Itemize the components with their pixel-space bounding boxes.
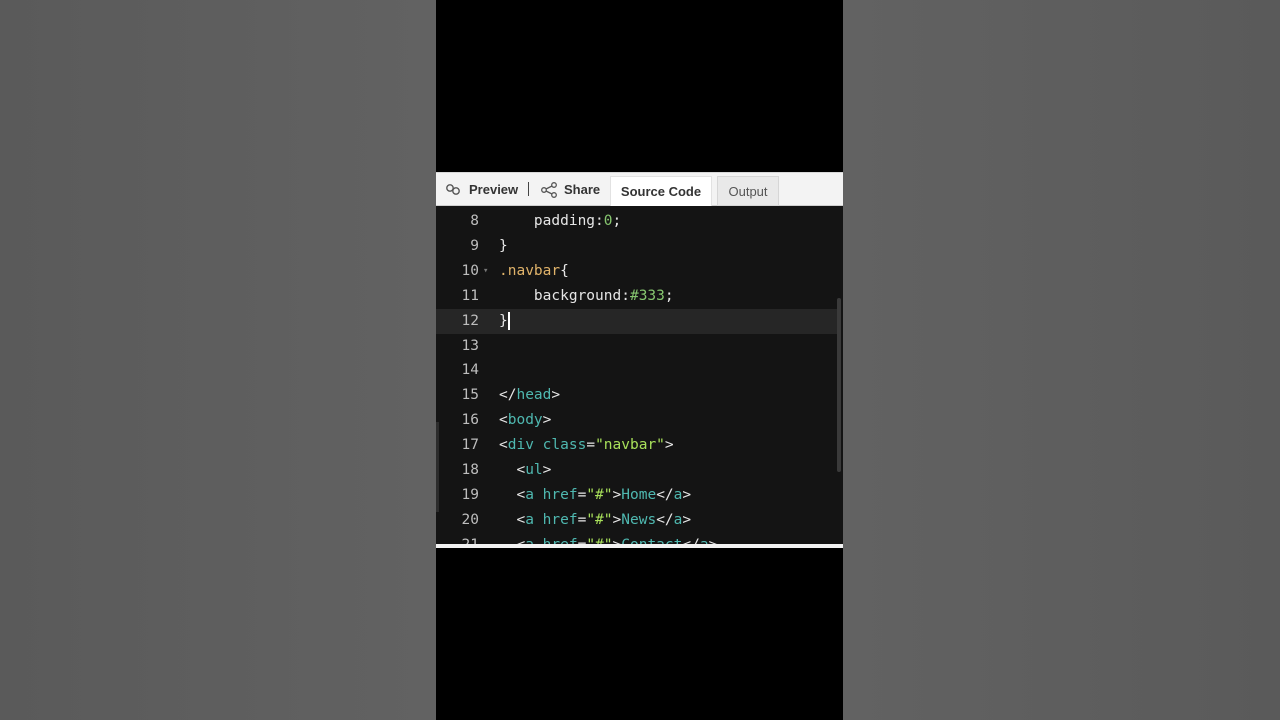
line-code: <body> [499, 412, 552, 429]
line-number: 18 [461, 462, 479, 478]
code-line[interactable]: 21 <a href="#">Contact</a> [436, 533, 838, 544]
preview-label: Preview [469, 182, 519, 197]
line-code: <ul> [516, 462, 552, 478]
code-line[interactable]: 13 [436, 334, 838, 359]
code-line[interactable]: 18 <ul> [436, 458, 838, 483]
line-number: 19 [461, 486, 479, 503]
left-background [0, 0, 436, 720]
line-number: 10 [461, 262, 479, 279]
line-number: 12 [461, 312, 479, 329]
toolbar-separator [528, 182, 529, 196]
code-editor[interactable]: 8 padding:0; 9} 10 ▾ .navbar{11 background:#… [436, 206, 843, 544]
line-code: <div class="navbar"> [499, 437, 674, 454]
line-number: 13 [461, 337, 479, 354]
share-label: Share [564, 182, 601, 197]
code-line[interactable]: 15 </head> [436, 383, 838, 408]
vertical-scrollbar[interactable] [837, 298, 841, 472]
code-line[interactable]: 11 background:#333; [436, 284, 838, 309]
line-number: 16 [461, 412, 479, 429]
preview-icon [446, 183, 460, 195]
tab-output-label: Output [728, 183, 768, 199]
tab-output[interactable]: Output [717, 176, 779, 206]
line-number: 9 [470, 237, 479, 254]
line-code: <a href="#">Home</a> [516, 486, 692, 503]
tab-source-code-label: Source Code [620, 184, 702, 199]
line-code: .navbar{ [499, 262, 569, 279]
line-number: 17 [461, 437, 479, 454]
line-number: 21 [436, 533, 479, 544]
line-code: <a href="#">News</a> [516, 511, 692, 528]
code-line[interactable]: 10 ▾ .navbar{ [436, 259, 838, 284]
line-code: background:#333; [533, 287, 674, 304]
share-icon [541, 181, 557, 198]
code-line[interactable]: 17 <div class="navbar"> [436, 433, 838, 458]
line-code: </head> [499, 387, 561, 404]
preview-button[interactable]: Preview [445, 173, 518, 206]
code-line[interactable]: 9} [436, 234, 838, 259]
text-cursor [507, 311, 510, 330]
line-number: 15 [461, 387, 479, 404]
share-button[interactable]: Share [540, 173, 600, 206]
code-line[interactable]: 8 padding:0; [436, 209, 838, 234]
code-line[interactable]: 19 <a href="#">Home</a> [436, 483, 838, 508]
line-number: 8 [470, 213, 479, 229]
editor-toolbar: Preview Share Source Code Output [436, 172, 843, 206]
fold-arrow-icon[interactable]: ▾ [483, 259, 488, 284]
video-frame: Preview Share Source Code Output 8 paddi… [436, 0, 843, 720]
code-line[interactable]: 20 <a href="#">News</a> [436, 508, 838, 533]
code-line[interactable]: 14 [436, 358, 838, 383]
tab-source-code[interactable]: Source Code [610, 176, 712, 206]
line-code: } [499, 237, 508, 254]
editor-bottom-border [436, 544, 843, 548]
line-number: 11 [461, 287, 479, 304]
line-code: padding:0; [533, 213, 622, 229]
code-line[interactable]: 16 <body> [436, 408, 838, 433]
right-background [843, 0, 1280, 720]
line-number: 20 [461, 511, 479, 528]
line-code: <a href="#">Contact</a> [499, 533, 717, 544]
line-number: 14 [461, 362, 479, 379]
code-line[interactable]: 12} [436, 308, 838, 334]
line-code: } [499, 311, 510, 330]
